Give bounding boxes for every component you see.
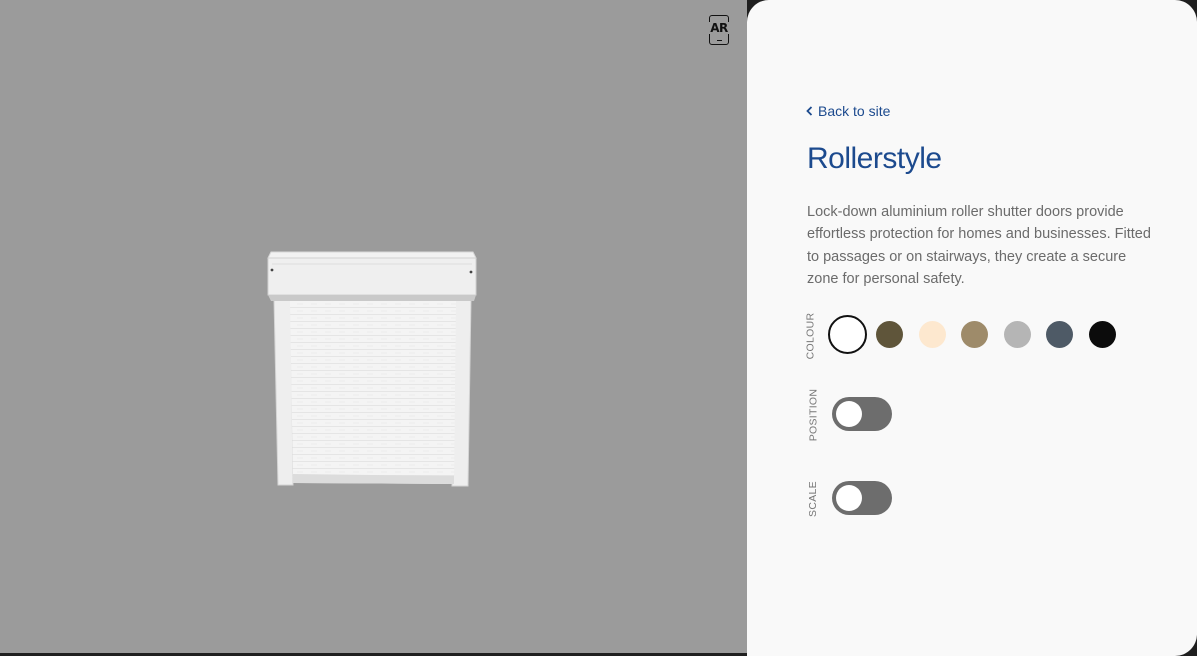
- colour-swatch-light-grey[interactable]: [1003, 320, 1031, 348]
- roller-shutter-model[interactable]: [0, 0, 747, 653]
- scale-label: SCALE: [807, 481, 819, 517]
- product-panel: Back to site Rollerstyle Lock-down alumi…: [747, 0, 1197, 656]
- back-link-label: Back to site: [818, 103, 891, 119]
- colour-swatch-olive-brown[interactable]: [876, 320, 903, 348]
- position-label: POSITION: [807, 388, 820, 442]
- scale-toggle-knob: [836, 485, 862, 511]
- colour-swatch-slate-grey[interactable]: [1046, 320, 1073, 348]
- position-toggle[interactable]: [832, 397, 892, 431]
- scale-toggle[interactable]: [832, 481, 892, 515]
- colour-swatch-white[interactable]: [828, 314, 867, 354]
- colour-swatch-black[interactable]: [1088, 320, 1116, 348]
- back-to-site-link[interactable]: Back to site: [806, 103, 890, 119]
- product-description: Lock-down aluminium roller shutter doors…: [807, 204, 1151, 287]
- chevron-left-icon: [806, 106, 813, 116]
- colour-swatch-sand[interactable]: [961, 320, 988, 348]
- colour-label: COLOUR: [804, 312, 817, 360]
- colour-swatches: [828, 312, 1131, 356]
- product-title: Rollerstyle: [807, 142, 942, 175]
- app-window: AR Back to site Rollerstyle Lock-down al…: [0, 0, 1197, 656]
- 3d-viewer[interactable]: AR: [0, 0, 747, 653]
- position-toggle-knob: [836, 401, 862, 427]
- colour-swatch-cream[interactable]: [918, 320, 946, 348]
